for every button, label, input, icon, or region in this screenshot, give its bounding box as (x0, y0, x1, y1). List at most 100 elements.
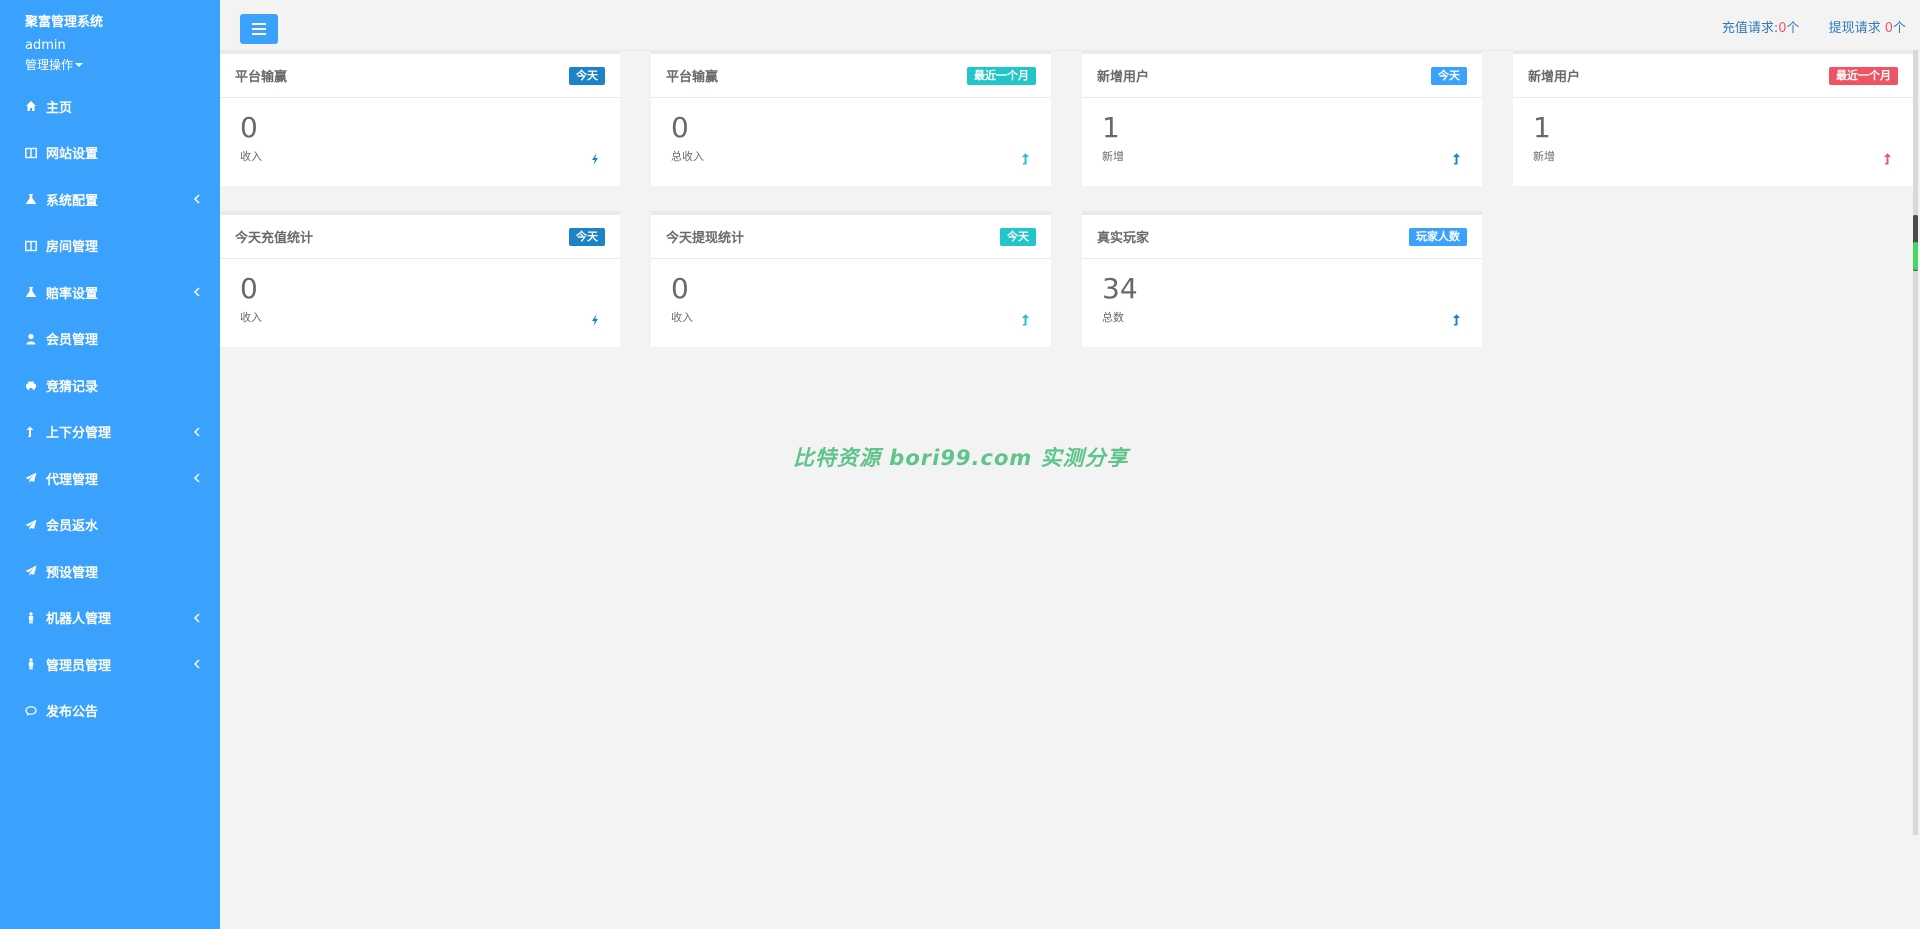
card-badge: 玩家人数 (1409, 228, 1467, 246)
sidebar-item-1[interactable]: 网站设置 (0, 130, 220, 177)
sidebar-item-9[interactable]: 会员返水 (0, 502, 220, 549)
male-icon (25, 611, 37, 624)
withdraw-unit: 个 (1892, 21, 1906, 36)
stat-card: 新增用户 今天 1 新增 (1082, 50, 1482, 186)
card-badge: 今天 (569, 67, 605, 85)
sidebar-item-13[interactable]: 发布公告 (0, 688, 220, 735)
sidebar-item-7[interactable]: 上下分管理 (0, 409, 220, 456)
card-body: 0 总收入 (651, 98, 1051, 186)
chevron-left-icon (192, 657, 202, 671)
male-icon (25, 658, 37, 670)
caret-down-icon (75, 63, 84, 67)
sidebar-item-11[interactable]: 机器人管理 (0, 595, 220, 642)
card-label: 新增 (1533, 150, 1555, 163)
bars-icon (252, 23, 266, 35)
sidebar-item-label: 机器人管理 (46, 612, 112, 628)
card-badge: 今天 (1431, 67, 1467, 85)
app-title: 聚富管理系统 (25, 15, 104, 30)
bolt-icon (590, 150, 600, 165)
card-badge: 今天 (1000, 228, 1036, 246)
level-up-icon (1021, 150, 1031, 165)
sidebar-item-4[interactable]: 赔率设置 (0, 269, 220, 316)
level-up-icon (25, 426, 37, 438)
chevron-left-icon (192, 471, 202, 485)
stat-card: 今天提现统计 今天 0 收入 (651, 211, 1051, 347)
bolt-icon (590, 311, 600, 326)
sidebar-item-label: 上下分管理 (46, 426, 112, 442)
withdraw-requests-link[interactable]: 提现请求 0个 (1829, 17, 1906, 36)
level-up-icon (1452, 311, 1462, 326)
sidebar-item-10[interactable]: 预设管理 (0, 548, 220, 595)
sidebar-item-0[interactable]: 主页 (0, 83, 220, 130)
scrollbar-track[interactable] (1913, 50, 1918, 835)
chevron-left-icon (192, 425, 202, 439)
card-label: 总收入 (671, 150, 704, 163)
paper-plane-icon (25, 519, 37, 531)
level-up-icon (1021, 311, 1031, 326)
sidebar-toggle-button[interactable] (240, 14, 278, 44)
card-label: 收入 (240, 311, 262, 324)
columns-icon (25, 240, 37, 252)
chevron-left-icon (192, 192, 202, 206)
sidebar-item-label: 竞猜记录 (46, 379, 99, 395)
sidebar-item-label: 房间管理 (46, 240, 99, 256)
sidebar-item-2[interactable]: 系统配置 (0, 176, 220, 223)
stat-card: 平台输赢 最近一个月 0 总收入 (651, 50, 1051, 186)
paper-plane-icon (25, 565, 37, 577)
card-label: 收入 (671, 311, 693, 324)
scrollbar-thumb-accent (1913, 242, 1918, 270)
sidebar-nav: 主页网站设置系统配置房间管理赔率设置会员管理竞猜记录上下分管理代理管理会员返水预… (0, 83, 220, 734)
user-menu-label: 管理操作 (25, 58, 74, 72)
recharge-count: 0 (1778, 21, 1787, 36)
sidebar-item-6[interactable]: 竞猜记录 (0, 362, 220, 409)
recharge-requests-link[interactable]: 充值请求:0个 (1722, 17, 1800, 36)
sidebar-item-5[interactable]: 会员管理 (0, 316, 220, 363)
home-icon (25, 100, 37, 112)
sidebar-item-label: 赔率设置 (46, 286, 99, 302)
card-value: 0 (240, 111, 258, 144)
sidebar-item-label: 会员管理 (46, 333, 99, 349)
card-title: 新增用户 (1097, 70, 1150, 85)
watermark-text: 比特资源 bori99.com 实测分享 (793, 446, 1129, 470)
card-header: 今天充值统计 今天 (220, 215, 620, 259)
card-value: 1 (1102, 111, 1120, 144)
card-title: 今天充值统计 (235, 231, 314, 246)
withdraw-count: 0 (1884, 21, 1893, 36)
comment-icon (25, 705, 37, 717)
sidebar-item-8[interactable]: 代理管理 (0, 455, 220, 502)
sidebar-item-3[interactable]: 房间管理 (0, 223, 220, 270)
card-badge: 最近一个月 (967, 67, 1036, 85)
sidebar-item-label: 代理管理 (46, 472, 99, 488)
sidebar-item-label: 会员返水 (46, 519, 99, 535)
card-title: 平台输赢 (235, 70, 288, 85)
card-title: 新增用户 (1528, 70, 1581, 85)
card-title: 真实玩家 (1097, 231, 1150, 246)
card-value: 0 (671, 272, 689, 305)
sidebar-item-label: 系统配置 (46, 193, 99, 209)
card-value: 0 (240, 272, 258, 305)
card-value: 1 (1533, 111, 1551, 144)
car-icon (25, 379, 37, 391)
level-up-icon (1883, 150, 1893, 165)
sidebar-profile: 聚富管理系统 admin 管理操作 (0, 0, 220, 73)
card-badge: 今天 (569, 228, 605, 246)
stat-card: 今天充值统计 今天 0 收入 (220, 211, 620, 347)
user-icon (25, 333, 37, 345)
sidebar-item-label: 主页 (46, 100, 73, 116)
card-header: 新增用户 今天 (1082, 54, 1482, 98)
card-label: 新增 (1102, 150, 1124, 163)
flask-icon (25, 286, 37, 298)
sidebar-item-label: 发布公告 (46, 705, 99, 721)
card-body: 1 新增 (1082, 98, 1482, 186)
card-body: 0 收入 (220, 259, 620, 347)
user-menu-dropdown[interactable]: 管理操作 (25, 57, 84, 73)
recharge-label: 充值请求: (1721, 21, 1779, 36)
card-value: 34 (1102, 272, 1138, 305)
top-links: 充值请求:0个 提现请求 0个 (1693, 17, 1906, 36)
columns-icon (25, 147, 37, 159)
withdraw-label: 提现请求 (1828, 21, 1885, 36)
card-title: 平台输赢 (666, 70, 719, 85)
top-navbar: 充值请求:0个 提现请求 0个 (220, 0, 1920, 51)
sidebar-item-12[interactable]: 管理员管理 (0, 641, 220, 688)
sidebar-item-label: 网站设置 (46, 147, 99, 163)
